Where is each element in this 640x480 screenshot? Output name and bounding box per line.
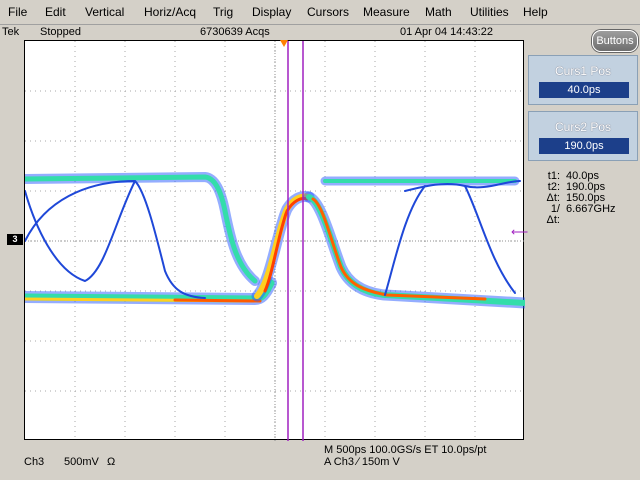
readout-key: 1/Δt: [546, 203, 560, 226]
acquisition-info: M 500ps 100.0GS/s ET 10.0ps/pt A Ch3 ∕ 1… [324, 444, 486, 468]
readout-row: 1/Δt: 6.667GHz [540, 204, 616, 226]
acq-state: Stopped [40, 26, 81, 38]
channel-3-marker[interactable]: 3 [7, 234, 23, 245]
menu-help[interactable]: Help [523, 5, 548, 19]
trigger-position-marker[interactable] [280, 40, 288, 47]
channel-impedance: Ω [107, 456, 116, 468]
menu-measure[interactable]: Measure [363, 5, 410, 19]
cursor-arrow-icon: ⟵ [511, 225, 529, 239]
timebase-readout[interactable]: M 500ps 100.0GS/s ET 10.0ps/pt [324, 444, 486, 456]
menu-horiz-acq[interactable]: Horiz/Acq [144, 5, 196, 19]
channel-scale[interactable]: 500mV [64, 456, 99, 468]
menu-math[interactable]: Math [425, 5, 452, 19]
cursor1-position-control[interactable]: Curs1 Pos 40.0ps [528, 55, 638, 105]
eye-diagram [25, 41, 525, 441]
datetime: 01 Apr 04 14:43:22 [400, 26, 493, 38]
waveform-display[interactable] [24, 40, 525, 441]
menu-vertical[interactable]: Vertical [85, 5, 124, 19]
cursor-panel: Curs1 Pos 40.0ps Curs2 Pos 190.0ps [528, 55, 638, 167]
buttons-button[interactable]: Buttons [592, 30, 638, 52]
cursor2-position-control[interactable]: Curs2 Pos 190.0ps [528, 111, 638, 161]
menu-edit[interactable]: Edit [45, 5, 66, 19]
cursor2-value[interactable]: 190.0ps [539, 138, 629, 154]
menu-utilities[interactable]: Utilities [470, 5, 509, 19]
cursor1-title: Curs1 Pos [554, 64, 612, 78]
status-bar: Tek Stopped 6730639 Acqs 01 Apr 04 14:43… [0, 24, 524, 40]
readout-value: 6.667GHz [566, 203, 616, 215]
cursor1-value[interactable]: 40.0ps [539, 82, 629, 98]
menu-cursors[interactable]: Cursors [307, 5, 349, 19]
menu-file[interactable]: File [8, 5, 27, 19]
menu-display[interactable]: Display [252, 5, 291, 19]
acq-count: 6730639 Acqs [200, 26, 270, 38]
cursor2-title: Curs2 Pos [554, 120, 612, 134]
menu-bar: File Edit Vertical Horiz/Acq Trig Displa… [0, 0, 640, 25]
brand-label: Tek [2, 26, 20, 38]
cursor-readout: t1: 40.0ps t2: 190.0ps Δt: 150.0ps 1/Δt: 6.6… [540, 171, 616, 226]
trigger-readout[interactable]: A Ch3 ∕ 150m V [324, 456, 486, 468]
menu-trig[interactable]: Trig [213, 5, 233, 19]
channel-name[interactable]: Ch3 [24, 456, 44, 468]
